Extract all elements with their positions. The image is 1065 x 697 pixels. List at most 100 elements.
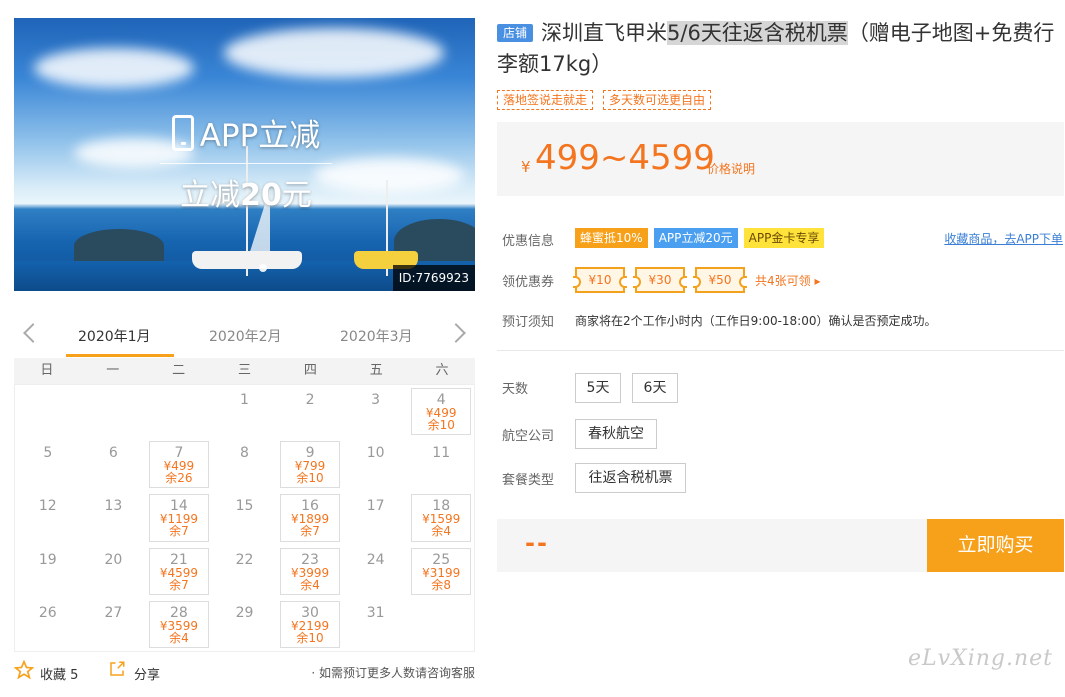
calendar-day: 17 bbox=[343, 491, 409, 544]
day-price: ¥2199 bbox=[290, 618, 330, 633]
day-stock: 余4 bbox=[169, 630, 189, 645]
calendar-day: 11 bbox=[408, 438, 474, 491]
carousel-dot[interactable] bbox=[259, 264, 267, 272]
calendar-day[interactable]: 21 ¥4599 余7 bbox=[149, 547, 209, 595]
next-month-arrow-icon[interactable] bbox=[446, 323, 466, 343]
option-airline[interactable]: 春秋航空 bbox=[575, 419, 657, 449]
day-stock: 余8 bbox=[431, 577, 452, 592]
offer-badge-app-discount: APP立减20元 bbox=[653, 228, 738, 248]
calendar-month-tabs: 2020年1月 2020年2月 2020年3月 bbox=[14, 318, 475, 358]
favorite-go-app-link[interactable]: 收藏商品，去APP下单 bbox=[944, 230, 1063, 247]
option-package[interactable]: 往返含税机票 bbox=[575, 463, 686, 493]
offer-badges: 蜂蜜抵10% APP立减20元 APP金卡专享 bbox=[575, 228, 825, 248]
section-divider bbox=[497, 350, 1064, 351]
consult-service-note: · 如需预订更多人数请咨询客服 bbox=[311, 666, 475, 680]
option-days-6[interactable]: 6天 bbox=[632, 373, 678, 403]
calendar-empty-cell bbox=[15, 385, 81, 438]
favorite-button[interactable]: 收藏 5 bbox=[40, 664, 78, 683]
tag-flexible-days: 多天数可选更自由 bbox=[603, 90, 712, 110]
coupon-more-link[interactable]: 共4张可领 ▸ bbox=[755, 272, 820, 289]
weekday-mon: 一 bbox=[106, 363, 120, 378]
day-number: 22 bbox=[235, 551, 254, 568]
cloud-shape bbox=[314, 158, 464, 193]
day-number: 11 bbox=[432, 445, 451, 462]
coupon-30[interactable]: ¥30 bbox=[633, 267, 687, 293]
calendar-day[interactable]: 25 ¥3199 余8 bbox=[411, 547, 471, 595]
day-stock: 余4 bbox=[431, 524, 452, 539]
share-icon[interactable] bbox=[108, 660, 126, 678]
day-number: 8 bbox=[240, 445, 249, 462]
day-stock: 余10 bbox=[296, 471, 324, 486]
title-text-highlight: 5/6天往返含税机票 bbox=[667, 21, 848, 45]
promo-prefix: 立减 bbox=[180, 178, 241, 213]
coupon-50[interactable]: ¥50 bbox=[693, 267, 747, 293]
coupon-10[interactable]: ¥10 bbox=[573, 267, 627, 293]
calendar-day[interactable]: 18 ¥1599 余4 bbox=[411, 494, 471, 542]
calendar-day[interactable]: 16 ¥1899 余7 bbox=[280, 494, 340, 542]
calendar-day: 24 bbox=[343, 545, 409, 598]
buy-now-button[interactable]: 立即购买 bbox=[927, 519, 1064, 572]
calendar-day[interactable]: 7 ¥499 余26 bbox=[149, 441, 209, 489]
price-box: ¥ 499~4599 价格说明 bbox=[497, 122, 1064, 196]
calendar-day: 31 bbox=[343, 598, 409, 651]
calendar-day: 29 bbox=[212, 598, 278, 651]
island-shape bbox=[74, 229, 164, 263]
weekday-sun: 日 bbox=[40, 363, 54, 378]
day-price: ¥3999 bbox=[290, 565, 330, 580]
calendar-day[interactable]: 30 ¥2199 余10 bbox=[280, 600, 340, 648]
day-number: 26 bbox=[38, 604, 57, 621]
cloud-shape bbox=[224, 28, 444, 78]
calendar-day[interactable]: 4 ¥499 余10 bbox=[411, 388, 471, 436]
day-stock: 余26 bbox=[165, 471, 193, 486]
weekday-tue: 二 bbox=[172, 363, 186, 378]
weekday-wed: 三 bbox=[237, 363, 251, 378]
day-number: 3 bbox=[371, 392, 381, 408]
calendar-day[interactable]: 14 ¥1199 余7 bbox=[149, 494, 209, 542]
weekday-sat: 六 bbox=[435, 363, 449, 378]
day-number: 15 bbox=[235, 498, 254, 515]
site-watermark: eLvXing.net bbox=[907, 646, 1053, 671]
tab-month-feb[interactable]: 2020年2月 bbox=[209, 326, 282, 346]
product-tags: 落地签说走就走 多天数可选更自由 bbox=[497, 90, 712, 110]
app-promo-title: APP立减 bbox=[160, 110, 332, 164]
product-hero-image[interactable]: APP立减 立减20元 ID:7769923 bbox=[14, 18, 475, 291]
option-days-5[interactable]: 5天 bbox=[575, 373, 621, 403]
calendar-day: 10 bbox=[343, 438, 409, 491]
day-number: 13 bbox=[104, 498, 123, 515]
phone-icon bbox=[171, 114, 194, 151]
tag-visa-on-arrival: 落地签说走就走 bbox=[497, 90, 594, 110]
day-number: 10 bbox=[366, 445, 385, 462]
prev-month-arrow-icon[interactable] bbox=[23, 323, 43, 343]
calendar-day: 6 bbox=[81, 438, 147, 491]
day-stock: 余7 bbox=[169, 524, 189, 539]
cloud-shape bbox=[34, 48, 194, 88]
day-number: 31 bbox=[366, 604, 385, 621]
day-price: ¥4599 bbox=[159, 565, 199, 580]
notice-label: 预订须知 bbox=[502, 315, 555, 330]
calendar-empty-cell bbox=[146, 385, 212, 438]
shop-badge[interactable]: 店铺 bbox=[497, 24, 534, 42]
calendar-day: 19 bbox=[15, 545, 81, 598]
calendar-day[interactable]: 9 ¥799 余10 bbox=[280, 441, 340, 489]
star-icon[interactable] bbox=[14, 660, 34, 680]
weekday-fri: 五 bbox=[369, 363, 383, 378]
day-number: 5 bbox=[43, 445, 53, 462]
day-number: 23 bbox=[301, 551, 319, 568]
calendar-day[interactable]: 28 ¥3599 余4 bbox=[149, 600, 209, 648]
calendar-day: 2 bbox=[277, 385, 343, 438]
share-button[interactable]: 分享 bbox=[134, 664, 160, 683]
day-number: 9 bbox=[305, 445, 315, 462]
day-number: 25 bbox=[432, 551, 451, 568]
day-stock: 余7 bbox=[300, 524, 320, 539]
calendar-day: 20 bbox=[81, 545, 147, 598]
day-number: 17 bbox=[366, 498, 385, 515]
calendar-day: 26 bbox=[15, 598, 81, 651]
tab-month-mar[interactable]: 2020年3月 bbox=[340, 326, 413, 346]
calendar-day[interactable]: 23 ¥3999 余4 bbox=[280, 547, 340, 595]
coupons-label: 领优惠券 bbox=[502, 275, 555, 290]
calendar-day-grid: 1 2 3 4 ¥499 余10 5 6 7 ¥499 余26 8 9 ¥799 余10 10 11 12 13 14… bbox=[14, 384, 475, 652]
tab-month-jan[interactable]: 2020年1月 bbox=[78, 326, 151, 346]
price-explain-link[interactable]: 价格说明 bbox=[707, 160, 755, 177]
package-label: 套餐类型 bbox=[502, 473, 555, 488]
day-number: 27 bbox=[104, 604, 123, 621]
